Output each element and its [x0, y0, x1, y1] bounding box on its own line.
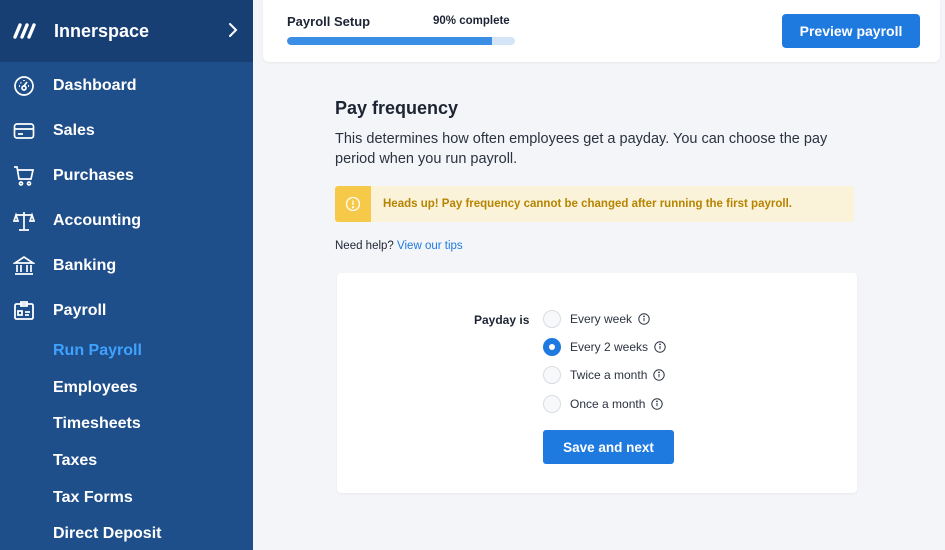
cart-icon [12, 164, 36, 188]
preview-payroll-button[interactable]: Preview payroll [782, 14, 920, 48]
radio-twice-a-month[interactable] [543, 366, 561, 384]
radio-every-2-weeks[interactable] [543, 338, 561, 356]
pay-frequency-section: Pay frequency This determines how often … [335, 98, 865, 252]
subnav-item-tax-forms[interactable]: Tax Forms [53, 479, 253, 516]
sidebar-item-banking[interactable]: Banking [0, 243, 253, 288]
sidebar-item-label: Dashboard [53, 76, 137, 94]
id-badge-icon [12, 299, 36, 323]
subnav-item-direct-deposit[interactable]: Direct Deposit [53, 516, 253, 550]
payroll-setup-header: Payroll Setup 90% complete Preview payro… [263, 0, 940, 62]
option-twice-a-month[interactable]: Twice a month [543, 365, 666, 385]
info-icon[interactable] [638, 313, 650, 325]
option-every-2-weeks[interactable]: Every 2 weeks [543, 337, 666, 357]
warning-alert: Heads up! Pay frequency cannot be change… [335, 186, 854, 222]
option-label: Every week [570, 312, 633, 326]
bank-icon [12, 254, 36, 278]
scales-icon [12, 209, 36, 233]
option-label: Twice a month [570, 368, 648, 382]
setup-progress-bar [287, 37, 515, 45]
option-every-week[interactable]: Every week [543, 309, 650, 329]
info-icon[interactable] [654, 341, 666, 353]
radio-every-week[interactable] [543, 310, 561, 328]
option-once-a-month[interactable]: Once a month [543, 394, 664, 414]
help-prefix: Need help? [335, 240, 394, 252]
sidebar-item-sales[interactable]: Sales [0, 108, 253, 153]
brand-name: Innerspace [54, 20, 150, 41]
payroll-subnav: Run Payroll Employees Timesheets Taxes T… [0, 333, 253, 550]
sidebar-item-purchases[interactable]: Purchases [0, 153, 253, 198]
sidebar-item-label: Sales [53, 121, 95, 139]
subnav-item-timesheets[interactable]: Timesheets [53, 406, 253, 443]
sidebar-item-label: Banking [53, 256, 117, 274]
subnav-item-run-payroll[interactable]: Run Payroll [53, 333, 253, 370]
chevron-right-icon[interactable] [213, 20, 253, 43]
warning-info-icon [345, 196, 361, 212]
setup-progress-fill [287, 37, 493, 45]
sidebar-item-label: Payroll [53, 301, 107, 319]
radio-once-a-month[interactable] [543, 395, 561, 413]
info-icon[interactable] [653, 369, 666, 381]
setup-progress-text: 90% complete [433, 15, 510, 27]
option-label: Every 2 weeks [570, 340, 649, 354]
alert-icon-box [335, 186, 371, 222]
payday-card: Payday is Every week Every 2 weeks Twice… [337, 273, 857, 493]
save-and-next-button[interactable]: Save and next [543, 430, 674, 464]
card-icon [12, 119, 36, 143]
payday-label: Payday is [474, 313, 530, 327]
brand-header[interactable]: Innerspace [0, 0, 253, 62]
page-description: This determines how often employees get … [335, 131, 828, 167]
sidebar-item-label: Accounting [53, 211, 141, 229]
help-line: Need help? View our tips [335, 240, 865, 252]
option-label: Once a month [570, 397, 646, 411]
sidebar-item-accounting[interactable]: Accounting [0, 198, 253, 243]
view-tips-link[interactable]: View our tips [397, 240, 463, 252]
sidebar-item-payroll[interactable]: Payroll [0, 288, 253, 333]
setup-title: Payroll Setup [287, 14, 371, 29]
page-title: Pay frequency [335, 98, 459, 118]
info-icon[interactable] [651, 398, 664, 410]
dashboard-gauge-icon [12, 74, 36, 98]
alert-text: Heads up! Pay frequency cannot be change… [383, 198, 792, 210]
subnav-item-employees[interactable]: Employees [53, 370, 253, 407]
subnav-item-taxes[interactable]: Taxes [53, 443, 253, 480]
sidebar-item-dashboard[interactable]: Dashboard [0, 63, 253, 108]
sidebar: Innerspace Dashboard Sales Purchases Acc… [0, 0, 253, 550]
brand-logo-icon [12, 19, 42, 43]
sidebar-item-label: Purchases [53, 166, 134, 184]
